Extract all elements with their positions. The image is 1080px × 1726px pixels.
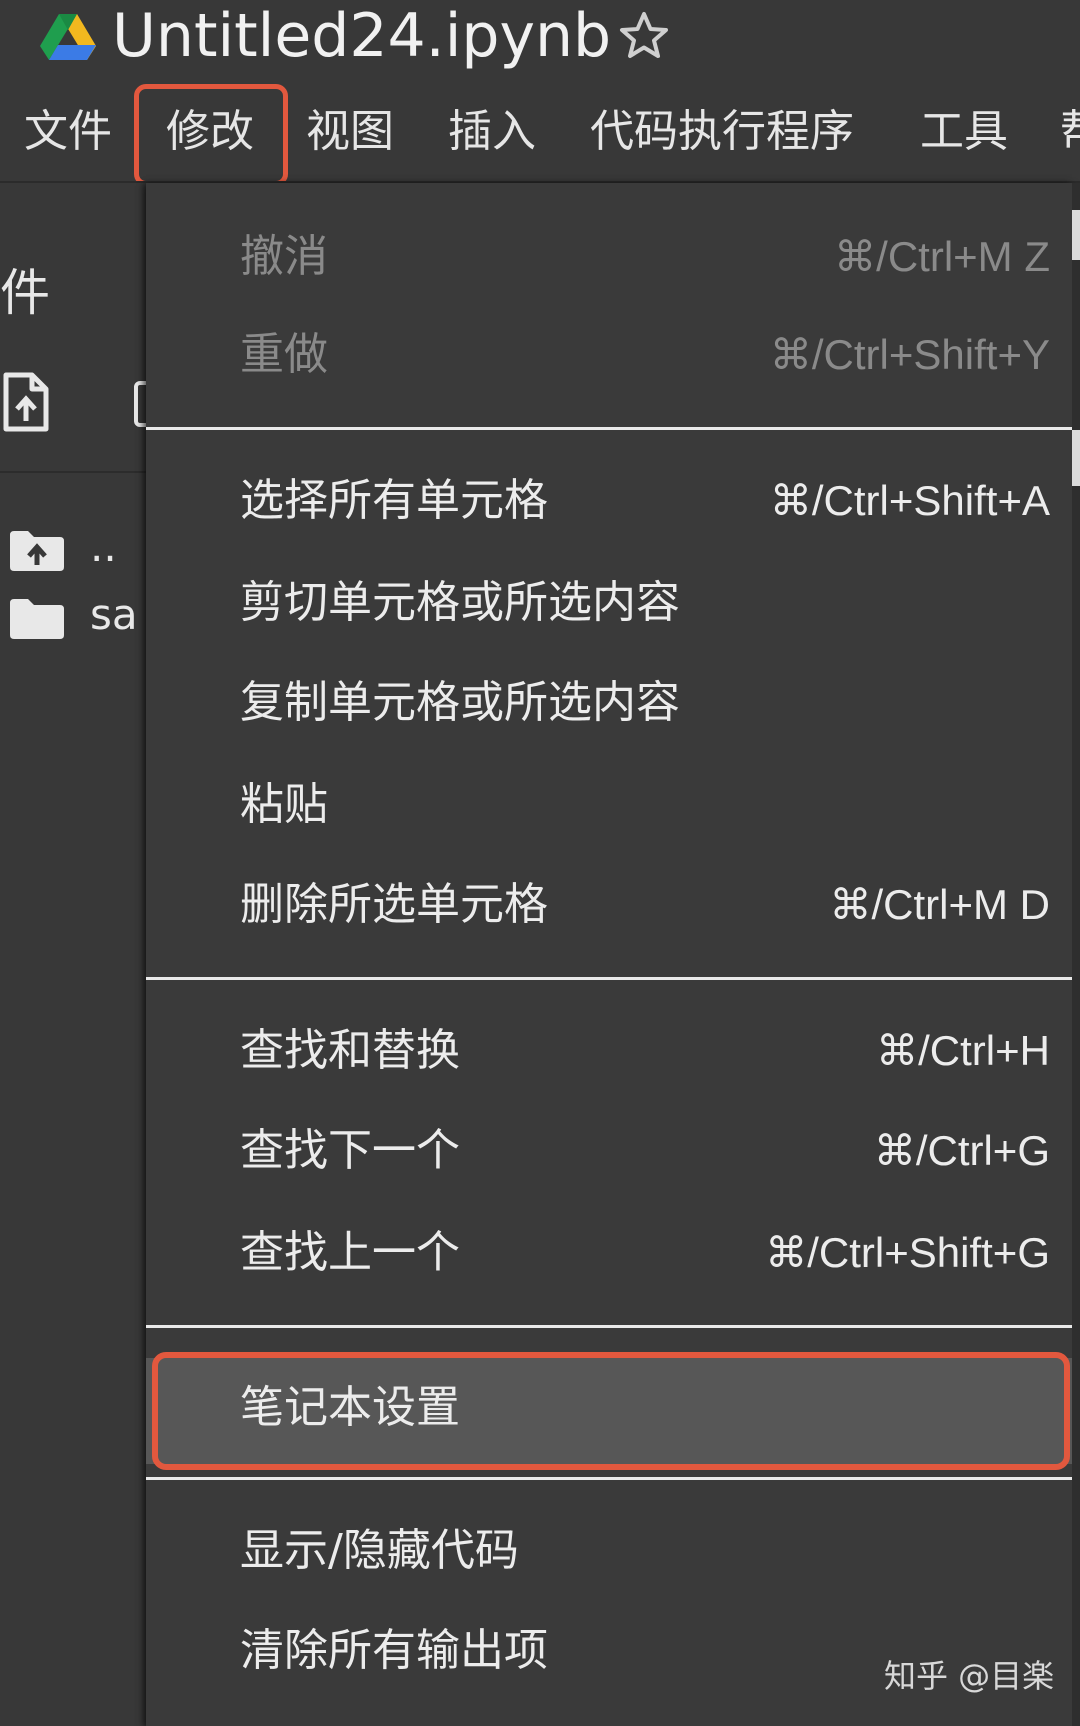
colab-page: Untitled24.ipynb 文件 修改 视图 插入 代码执行程序 工具 帮… [0,0,1080,1726]
file-row-parent[interactable]: .. [0,519,148,579]
menu-separator [146,1477,1072,1480]
menu-separator [146,427,1072,430]
folder-icon [10,599,64,639]
menu-item-label: 粘贴 [240,779,328,830]
right-edge-mark [1072,430,1080,486]
sidebar-title: 件 [0,264,50,322]
star-icon[interactable] [616,8,672,64]
menu-item-label: 删除所选单元格 [240,879,548,930]
menu-item-cut[interactable]: 剪切单元格或所选内容 [146,555,1072,651]
menu-runtime[interactable]: 代码执行程序 [590,104,854,160]
menu-item-label: 选择所有单元格 [240,475,548,526]
menu-tools[interactable]: 工具 [920,104,1008,160]
file-name: .. [90,522,117,571]
menu-bar: 文件 修改 视图 插入 代码执行程序 工具 帮 [0,92,1080,176]
file-row-folder[interactable]: sa [0,587,148,647]
menu-item-shortcut: ⌘/Ctrl+Shift+G [765,1229,1050,1276]
menu-item-label: 清除所有输出项 [240,1625,548,1676]
menu-separator [146,1325,1072,1328]
menu-help[interactable]: 帮 [1060,104,1080,160]
menu-view[interactable]: 视图 [306,104,394,160]
upload-folder-icon [10,531,64,571]
google-drive-icon[interactable] [40,12,96,60]
menu-item-label: 显示/隐藏代码 [240,1525,519,1576]
menu-separator [146,977,1072,980]
menu-item-show-hide-code[interactable]: 显示/隐藏代码 [146,1503,1072,1599]
menu-item-find-replace[interactable]: 查找和替换 ⌘/Ctrl+H [146,1003,1072,1099]
menu-item-undo[interactable]: 撤消 ⌘/Ctrl+M Z [146,209,1072,305]
menu-item-label: 查找和替换 [240,1025,460,1076]
watermark-text: 知乎 @目楽 [884,1657,1055,1695]
edit-dropdown-menu: 撤消 ⌘/Ctrl+M Z 重做 ⌘/Ctrl+Shift+Y 选择所有单元格 … [146,183,1072,1726]
menu-item-select-all-cells[interactable]: 选择所有单元格 ⌘/Ctrl+Shift+A [146,453,1072,549]
menu-item-delete-cells[interactable]: 删除所选单元格 ⌘/Ctrl+M D [146,857,1072,953]
menu-edit[interactable]: 修改 [166,104,254,160]
menu-item-shortcut: ⌘/Ctrl+M D [829,881,1051,928]
menu-item-copy[interactable]: 复制单元格或所选内容 [146,655,1072,751]
menu-item-label: 笔记本设置 [240,1382,460,1433]
menu-item-paste[interactable]: 粘贴 [146,757,1072,853]
title-bar: Untitled24.ipynb [0,0,1080,80]
menu-item-label: 重做 [240,329,328,380]
right-edge-mark [1072,210,1080,260]
menu-item-find-next[interactable]: 查找下一个 ⌘/Ctrl+G [146,1103,1072,1199]
menu-insert[interactable]: 插入 [448,104,536,160]
menu-item-shortcut: ⌘/Ctrl+G [873,1127,1050,1174]
menu-item-label: 撤消 [240,231,328,282]
menu-item-label: 复制单元格或所选内容 [240,677,680,728]
menu-item-find-previous[interactable]: 查找上一个 ⌘/Ctrl+Shift+G [146,1205,1072,1301]
menu-item-shortcut: ⌘/Ctrl+Shift+A [769,477,1050,524]
menu-item-label: 查找下一个 [240,1125,460,1176]
menu-item-redo[interactable]: 重做 ⌘/Ctrl+Shift+Y [146,307,1072,403]
menu-item-label: 查找上一个 [240,1227,460,1278]
sidebar-divider [0,471,148,473]
menu-file[interactable]: 文件 [24,104,112,160]
menu-item-notebook-settings[interactable]: 笔记本设置 [146,1358,1072,1464]
menu-item-shortcut: ⌘/Ctrl+Shift+Y [769,331,1050,378]
upload-file-icon[interactable] [2,371,50,433]
menu-item-label: 剪切单元格或所选内容 [240,577,680,628]
file-name: sa [90,590,138,639]
notebook-title[interactable]: Untitled24.ipynb [112,0,611,72]
menu-item-shortcut: ⌘/Ctrl+H [876,1027,1050,1074]
file-sidebar: 件 .. sa [0,183,148,1726]
menu-item-shortcut: ⌘/Ctrl+M Z [834,233,1050,280]
right-edge-background [1072,183,1080,1726]
